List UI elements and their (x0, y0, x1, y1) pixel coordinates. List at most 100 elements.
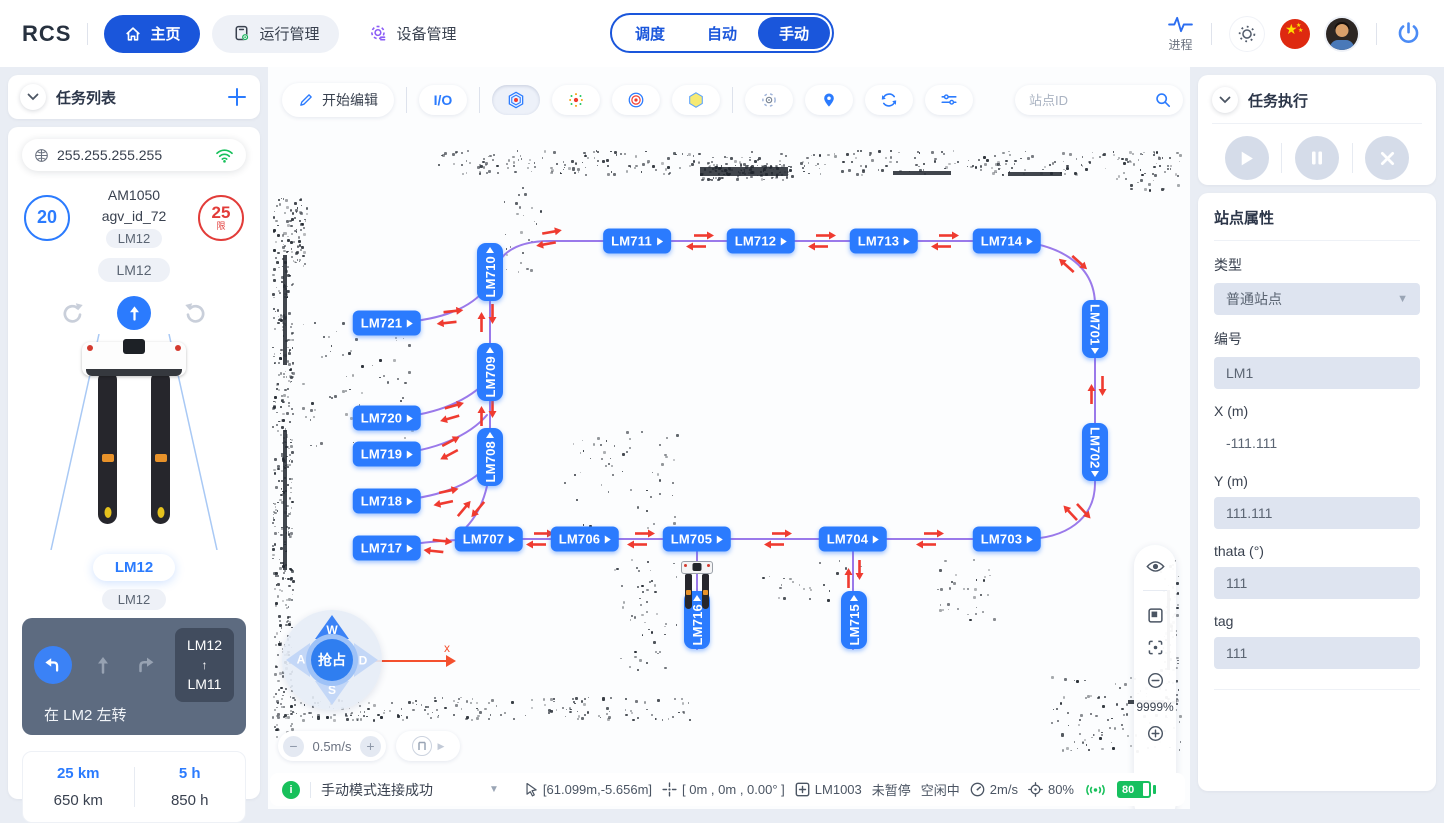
collapse-exec-button[interactable] (1212, 87, 1238, 113)
station-node-lm703[interactable]: LM703 (973, 527, 1041, 552)
nav-home[interactable]: 主页 (104, 15, 200, 53)
io-button[interactable]: I/O (419, 85, 467, 115)
station-label: LM715 (847, 604, 862, 645)
station-node-lm717[interactable]: LM717 (353, 536, 421, 561)
theta-value-field[interactable]: 111 (1214, 567, 1420, 599)
station-node-lm715[interactable]: LM715 (841, 591, 867, 649)
add-task-button[interactable] (226, 86, 248, 108)
odometer-today: 25 km (23, 765, 134, 782)
speed-decrease-button[interactable]: − (283, 736, 304, 757)
station-label: LM717 (361, 541, 402, 556)
radar-layer-button[interactable] (745, 85, 793, 115)
station-id-field[interactable]: LM1 (1214, 357, 1420, 389)
station-node-lm713[interactable]: LM713 (850, 229, 918, 254)
straight-indicator[interactable] (92, 654, 114, 676)
speed-increase-button[interactable]: + (360, 736, 381, 757)
fork-action-button[interactable]: ▶ (396, 731, 460, 761)
station-node-lm718[interactable]: LM718 (353, 489, 421, 514)
x-value-field[interactable]: -111.111 (1214, 427, 1420, 459)
user-avatar[interactable] (1326, 18, 1358, 50)
mode-dispatch[interactable]: 调度 (614, 17, 686, 49)
station-node-lm706[interactable]: LM706 (551, 527, 619, 552)
station-direction-icon (717, 535, 723, 543)
mode-manual[interactable]: 手动 (758, 17, 830, 49)
station-node-lm711[interactable]: LM711 (603, 229, 671, 254)
collapse-tasklist-button[interactable] (20, 84, 46, 110)
station-direction-icon (904, 237, 910, 245)
station-label: LM701 (1088, 304, 1103, 345)
rings-layer-button[interactable] (612, 85, 660, 115)
direction-arrows (538, 227, 561, 249)
rotate-left-button[interactable] (60, 301, 85, 326)
vehicle-ip-field[interactable]: 255.255.255.255 (22, 139, 246, 171)
theme-brightness-button[interactable] (1230, 17, 1264, 51)
station-node-lm712[interactable]: LM712 (727, 229, 795, 254)
agv-head (681, 561, 713, 574)
vehicle-card: 255.255.255.255 20 AM1050 agv_id_72 LM12… (8, 127, 260, 799)
nav-operation[interactable]: 运行管理 (212, 15, 339, 53)
start-edit-button[interactable]: 开始编辑 (282, 83, 394, 117)
starburst-icon (567, 91, 585, 109)
turn-right-indicator[interactable] (134, 654, 156, 676)
nav-device[interactable]: 设备管理 (349, 15, 476, 53)
hexagon-target-icon (507, 91, 525, 109)
minimap-button[interactable] (1148, 608, 1163, 623)
station-search-input[interactable] (1027, 92, 1155, 109)
power-button[interactable] (1395, 20, 1422, 47)
mode-auto[interactable]: 自动 (686, 17, 758, 49)
rotate-right-button[interactable] (183, 301, 208, 326)
refresh-button[interactable] (865, 85, 913, 115)
location-pin-icon (821, 92, 837, 108)
task-play-button[interactable] (1225, 136, 1269, 180)
type-select[interactable]: 普通站点▼ (1214, 283, 1420, 315)
station-node-lm705[interactable]: LM705 (663, 527, 731, 552)
station-node-lm704[interactable]: LM704 (819, 527, 887, 552)
station-node-lm701[interactable]: LM701 (1082, 300, 1108, 358)
start-edit-label: 开始编辑 (322, 90, 378, 110)
agv-marker[interactable] (681, 561, 713, 611)
zoom-out-button[interactable] (1147, 672, 1164, 689)
map-area[interactable]: LM711 LM712 LM713 LM714 LM710 LM721 LM701 LM709… (268, 67, 1190, 809)
wifi-icon (215, 148, 234, 163)
map-view-palette: 9999% (1134, 545, 1176, 809)
manual-joystick[interactable]: W A D S 抢占 (282, 610, 382, 710)
pin-button[interactable] (805, 85, 853, 115)
current-station-item: LM1003 (795, 782, 862, 797)
visibility-button[interactable] (1146, 560, 1165, 573)
divider (406, 87, 407, 113)
message-dropdown-caret[interactable]: ▼ (489, 784, 499, 795)
direction-arrows (690, 232, 710, 251)
station-node-lm714[interactable]: LM714 (973, 229, 1041, 254)
center-focus-button[interactable] (1148, 640, 1163, 655)
y-value-field[interactable]: 111.111 (1214, 497, 1420, 529)
search-icon[interactable] (1155, 92, 1171, 108)
route-from: LM12 (187, 635, 222, 656)
station-node-lm707[interactable]: LM707 (455, 527, 523, 552)
station-node-lm702[interactable]: LM702 (1082, 423, 1108, 481)
task-pause-button[interactable] (1295, 136, 1339, 180)
filter-button[interactable] (925, 85, 973, 115)
turn-left-indicator[interactable] (34, 646, 72, 684)
globe-icon (34, 148, 49, 163)
scatter-layer-button[interactable] (552, 85, 600, 115)
station-node-lm721[interactable]: LM721 (353, 311, 421, 336)
tag-value-field[interactable]: 111 (1214, 637, 1420, 669)
station-node-lm709[interactable]: LM709 (477, 343, 503, 401)
seize-control-button[interactable]: 抢占 (306, 634, 358, 686)
station-label: LM705 (671, 532, 712, 547)
station-node-lm719[interactable]: LM719 (353, 442, 421, 467)
language-flag-button[interactable]: ★ ★ ★ (1280, 19, 1310, 49)
station-direction-icon (657, 237, 663, 245)
locate-icon (1028, 782, 1043, 797)
area-layer-button[interactable] (672, 85, 720, 115)
process-button[interactable]: 进程 (1168, 15, 1193, 53)
map-canvas[interactable]: LM711 LM712 LM713 LM714 LM710 LM721 LM701 LM709… (268, 67, 1190, 809)
zoom-in-button[interactable] (1147, 725, 1164, 742)
station-node-lm710[interactable]: LM710 (477, 243, 503, 301)
station-node-lm708[interactable]: LM708 (477, 428, 503, 486)
station-node-lm720[interactable]: LM720 (353, 406, 421, 431)
go-straight-button[interactable] (117, 296, 151, 330)
station-layer-button[interactable] (492, 85, 540, 115)
properties-sidebar: 任务执行 站点属性 类型 普通站点▼ 编号 LM1 X (m) -111.111… (1190, 67, 1444, 809)
task-cancel-button[interactable] (1365, 136, 1409, 180)
